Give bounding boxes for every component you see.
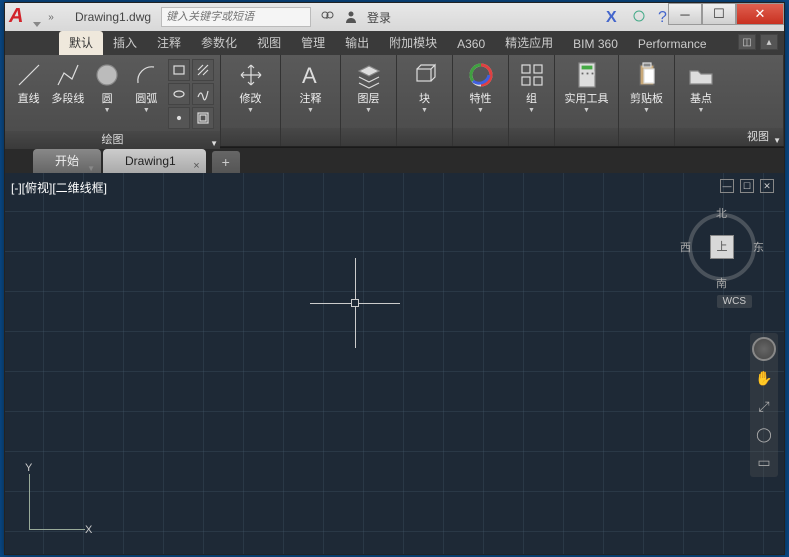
zoom-extents-icon[interactable]: ⤢ xyxy=(753,395,775,417)
ribbon-minimize-icon[interactable]: ▴ xyxy=(760,34,778,50)
qat-expand-icon[interactable]: » xyxy=(45,12,57,23)
chevron-down-icon: ▼ xyxy=(421,107,428,114)
quick-access-toolbar: » xyxy=(45,12,57,23)
ellipse-button[interactable] xyxy=(168,83,190,105)
utilities-button[interactable]: 实用工具 ▼ xyxy=(561,59,612,114)
doc-tab-drawing1[interactable]: Drawing1× xyxy=(103,149,206,173)
close-button[interactable]: ✕ xyxy=(736,3,784,25)
minimize-button[interactable]: ─ xyxy=(668,3,702,25)
search-icon[interactable] xyxy=(319,9,335,25)
tab-bim360[interactable]: BIM 360 xyxy=(563,34,628,55)
maximize-button[interactable]: ☐ xyxy=(702,3,736,25)
block-button[interactable]: 块 ▼ xyxy=(405,59,445,114)
viewcube[interactable]: 上 北 南 西 东 xyxy=(682,207,762,287)
clipboard-button[interactable]: 剪贴板 ▼ xyxy=(627,59,667,114)
wcs-badge[interactable]: WCS xyxy=(717,295,752,308)
ribbon-tab-strip: 默认 插入 注释 参数化 视图 管理 输出 附加模块 A360 精选应用 BIM… xyxy=(5,31,784,55)
viewport-maximize-icon[interactable]: ☐ xyxy=(740,179,754,193)
a360-icon[interactable] xyxy=(632,9,648,25)
chevron-down-icon: ▼ xyxy=(643,107,650,114)
tab-featured[interactable]: 精选应用 xyxy=(495,31,563,55)
search-input[interactable] xyxy=(161,7,311,27)
pan-icon[interactable]: ✋ xyxy=(753,367,775,389)
line-button[interactable]: 直线 xyxy=(11,59,46,105)
viewport-controls[interactable]: [-][俯视][二维线框] xyxy=(11,179,107,196)
modify-button[interactable]: 修改 ▼ xyxy=(231,59,271,114)
login-button[interactable]: 登录 xyxy=(367,9,391,26)
tab-manage[interactable]: 管理 xyxy=(291,31,335,55)
polyline-icon xyxy=(52,59,84,91)
chevron-down-icon: ▼ xyxy=(104,107,111,114)
document-title: Drawing1.dwg xyxy=(75,10,151,24)
chevron-down-icon: ▼ xyxy=(143,107,150,114)
app-menu-button[interactable]: A xyxy=(9,5,39,29)
tab-insert[interactable]: 插入 xyxy=(103,31,147,55)
chevron-down-icon: ▼ xyxy=(477,107,484,114)
doc-tab-start[interactable]: 开始▼ xyxy=(33,149,101,173)
group-button[interactable]: 组 ▼ xyxy=(515,59,548,114)
properties-icon xyxy=(465,59,497,91)
tab-performance[interactable]: Performance xyxy=(628,34,717,55)
document-tabs: 开始▼ Drawing1× + xyxy=(5,147,784,173)
block-icon xyxy=(409,59,441,91)
viewport-close-icon[interactable]: ✕ xyxy=(760,179,774,193)
arc-button[interactable]: 圆弧 ▼ xyxy=(129,59,164,114)
tab-view[interactable]: 视图 xyxy=(247,31,291,55)
new-tab-button[interactable]: + xyxy=(212,151,240,173)
orbit-icon[interactable]: ◯ xyxy=(753,423,775,445)
clipboard-icon xyxy=(631,59,663,91)
hatch-button[interactable] xyxy=(192,59,214,81)
tab-addins[interactable]: 附加模块 xyxy=(379,31,447,55)
tab-home[interactable]: 默认 xyxy=(59,31,103,55)
spline-button[interactable] xyxy=(192,83,214,105)
calculator-icon xyxy=(571,59,603,91)
tab-output[interactable]: 输出 xyxy=(335,31,379,55)
drawing-canvas[interactable]: [-][俯视][二维线框] — ☐ ✕ 上 北 南 西 东 WCS ✋ ⤢ ◯ … xyxy=(5,173,784,554)
viewcube-top-face[interactable]: 上 xyxy=(710,235,734,259)
basepoint-button[interactable]: 基点 ▼ xyxy=(681,59,721,114)
chevron-down-icon: ▼ xyxy=(698,107,705,114)
chevron-down-icon: ▼ xyxy=(247,107,254,114)
circle-button[interactable]: 圆 ▼ xyxy=(90,59,125,114)
chevron-down-icon: ▼ xyxy=(365,107,372,114)
chevron-down-icon: ▼ xyxy=(307,107,314,114)
ribbon: 直线 多段线 圆 ▼ 圆弧 ▼ xyxy=(5,55,784,147)
showmotion-icon[interactable]: ▭ xyxy=(753,451,775,473)
rectangle-button[interactable] xyxy=(168,59,190,81)
ribbon-panel-dialog-icon[interactable]: ◫ xyxy=(738,34,756,50)
circle-icon xyxy=(91,59,123,91)
move-icon xyxy=(235,59,267,91)
svg-text:A: A xyxy=(302,63,317,88)
navigation-bar: ✋ ⤢ ◯ ▭ xyxy=(750,333,778,477)
steering-wheel-icon[interactable] xyxy=(752,337,776,361)
user-icon[interactable] xyxy=(343,9,359,25)
arc-icon xyxy=(130,59,162,91)
text-icon: A xyxy=(295,59,327,91)
chevron-down-icon: ▼ xyxy=(528,107,535,114)
region-button[interactable] xyxy=(192,107,214,129)
panel-label-draw[interactable]: 绘图▼ xyxy=(5,131,220,149)
panel-label-view[interactable]: 视图▼ xyxy=(675,128,783,146)
tab-parametric[interactable]: 参数化 xyxy=(191,31,247,55)
annotate-button[interactable]: A 注释 ▼ xyxy=(291,59,331,114)
layer-button[interactable]: 图层 ▼ xyxy=(349,59,389,114)
tab-annotate[interactable]: 注释 xyxy=(147,31,191,55)
panel-label-modify xyxy=(221,128,280,146)
title-bar: A » Drawing1.dwg 登录 X ? ─ ☐ ✕ xyxy=(5,3,784,31)
line-icon xyxy=(13,59,45,91)
folder-icon xyxy=(685,59,717,91)
layer-icon xyxy=(353,59,385,91)
tab-a360[interactable]: A360 xyxy=(447,34,495,55)
chevron-down-icon: ▼ xyxy=(583,107,590,114)
exchange-icon[interactable]: X xyxy=(606,9,622,25)
group-icon xyxy=(516,59,548,91)
viewport-minimize-icon[interactable]: — xyxy=(720,179,734,193)
properties-button[interactable]: 特性 ▼ xyxy=(461,59,501,114)
polyline-button[interactable]: 多段线 xyxy=(50,59,85,105)
point-button[interactable] xyxy=(168,107,190,129)
